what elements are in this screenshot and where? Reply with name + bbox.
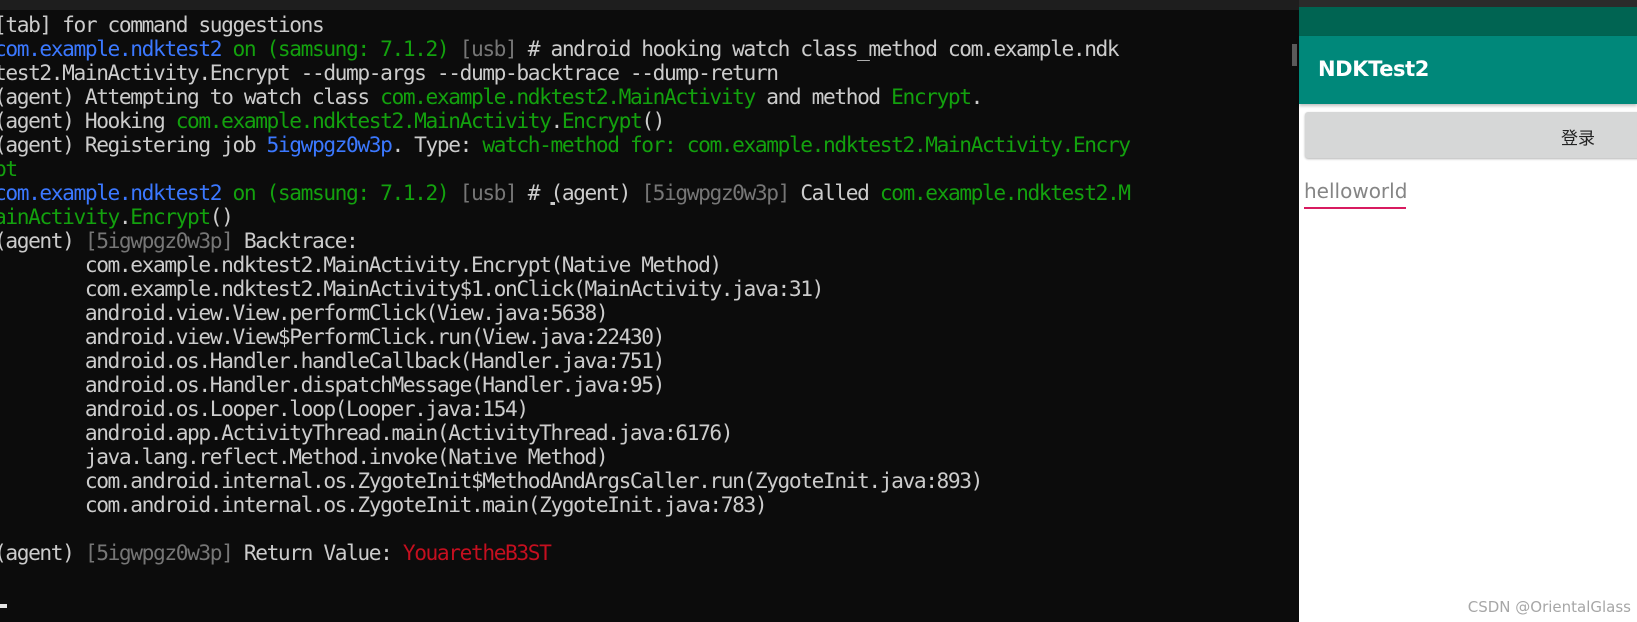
terminal-text-segment: [usb] xyxy=(459,36,518,61)
terminal-text-segment: com.android.internal.os.ZygoteInit$Metho… xyxy=(0,468,984,493)
terminal-text-segment: and method xyxy=(754,84,892,109)
terminal-text-segment: () xyxy=(641,108,665,133)
terminal-text-segment: com.example.ndktest2 xyxy=(0,180,223,205)
terminal-text-segment: # xyxy=(516,180,551,205)
terminal-text-segment: # android hooking watch class_method com… xyxy=(516,36,1120,61)
terminal-text-segment: ainActivity xyxy=(0,204,120,229)
terminal-line: com.android.internal.os.ZygoteInit.main(… xyxy=(0,492,768,517)
input-underline xyxy=(1304,207,1406,209)
terminal-line: java.lang.reflect.Method.invoke(Native M… xyxy=(0,444,609,469)
terminal-text-segment: (agent) Registering job xyxy=(0,132,267,157)
terminal-line: android.os.Handler.handleCallback(Handle… xyxy=(0,348,666,373)
login-button[interactable]: 登录 xyxy=(1305,112,1637,158)
terminal-text-segment: com.android.internal.os.ZygoteInit.main(… xyxy=(0,492,768,517)
terminal-line: android.os.Handler.dispatchMessage(Handl… xyxy=(0,372,666,397)
terminal-text-segment: . xyxy=(118,204,132,229)
terminal-title-strip xyxy=(0,0,1299,10)
login-button-label: 登录 xyxy=(1561,129,1595,149)
terminal-text-segment: [5igwpgz0w3p] xyxy=(84,228,234,253)
terminal-text-segment: pt xyxy=(0,156,18,181)
terminal-text-segment: YouaretheB3ST xyxy=(402,540,552,565)
terminal-text-segment: Backtrace: xyxy=(232,228,359,253)
app-bar: NDKTest2 xyxy=(1299,36,1637,104)
terminal-text-segment: Encrypt xyxy=(891,84,972,109)
terminal-text-segment: (agent) xyxy=(0,228,85,253)
terminal-line: com.example.ndktest2.MainActivity.Encryp… xyxy=(0,252,722,277)
terminal-text-segment: 5igwpgz0w3p xyxy=(266,132,393,157)
terminal-text-segment: com.example.ndktest2.MainActivity$1.onCl… xyxy=(0,276,825,301)
terminal-text-segment: com.example.ndktest2.MainActivity xyxy=(380,84,756,109)
terminal-text-segment: Return Value: xyxy=(232,540,403,565)
terminal-text-segment: android.app.ActivityThread.main(Activity… xyxy=(0,420,734,445)
terminal-text-segment: com.example.ndktest2.MainActivity xyxy=(175,108,552,133)
terminal-text-segment: com.example.ndktest2 xyxy=(0,36,223,61)
terminal-text-segment: agent) xyxy=(561,180,642,205)
terminal-line: android.os.Looper.loop(Looper.java:154) xyxy=(0,396,529,421)
app-title: NDKTest2 xyxy=(1318,57,1430,81)
terminal-line: (agent) Registering job 5igwpgz0w3p. Typ… xyxy=(0,132,1131,157)
terminal-line: pt xyxy=(0,156,18,181)
terminal-text-segment: [usb] xyxy=(459,180,518,205)
terminal-text-segment: on (samsung: 7.1.2) xyxy=(221,180,460,205)
terminal-line: [tab] for command suggestions xyxy=(0,12,325,37)
terminal-window[interactable]: [tab] for command suggestions com.example… xyxy=(0,0,1299,622)
status-bar xyxy=(1299,0,1637,36)
input-text-field[interactable]: helloworld xyxy=(1304,176,1408,210)
terminal-text-segment: (agent) xyxy=(0,540,85,565)
terminal-text-segment: [tab] for command suggestions xyxy=(0,12,325,37)
terminal-line: (agent) [5igwpgz0w3p] Return Value: Youa… xyxy=(0,540,552,565)
terminal-text-segment: com.example.ndktest2.M xyxy=(879,180,1131,205)
terminal-text-segment: (agent) Hooking xyxy=(0,108,176,133)
terminal-line: com.android.internal.os.ZygoteInit$Metho… xyxy=(0,468,984,493)
terminal-text-segment: . xyxy=(970,84,984,109)
terminal-line: android.view.View$PerformClick.run(View.… xyxy=(0,324,666,349)
terminal-line: com.example.ndktest2 on (samsung: 7.1.2)… xyxy=(0,180,1131,205)
terminal-line: test2.MainActivity.Encrypt --dump-args -… xyxy=(0,60,779,85)
terminal-text-segment: android.os.Handler.dispatchMessage(Handl… xyxy=(0,372,666,397)
terminal-cursor xyxy=(0,604,7,608)
terminal-text-segment: test2.MainActivity.Encrypt --dump-args -… xyxy=(0,60,779,85)
terminal-line: android.app.ActivityThread.main(Activity… xyxy=(0,420,734,445)
status-bar-edge xyxy=(1299,0,1637,7)
terminal-text-segment: com.example.ndktest2.MainActivity.Encryp… xyxy=(0,252,722,277)
terminal-line: com.example.ndktest2 on (samsung: 7.1.2)… xyxy=(0,36,1120,61)
terminal-text-segment: android.os.Looper.loop(Looper.java:154) xyxy=(0,396,529,421)
terminal-text-segment: android.view.View$PerformClick.run(View.… xyxy=(0,324,666,349)
terminal-text-segment: on (samsung: 7.1.2) xyxy=(221,36,460,61)
terminal-line: (agent) Hooking com.example.ndktest2.Mai… xyxy=(0,108,665,133)
terminal-line: android.view.View.performClick(View.java… xyxy=(0,300,609,325)
terminal-line: (agent) Attempting to watch class com.ex… xyxy=(0,84,984,109)
terminal-line: ainActivity.Encrypt() xyxy=(0,204,234,229)
terminal-text-segment: [5igwpgz0w3p] xyxy=(84,540,234,565)
terminal-line: com.example.ndktest2.MainActivity$1.onCl… xyxy=(0,276,825,301)
watermark: CSDN @OrientalGlass xyxy=(1467,598,1631,616)
terminal-text-segment: Called xyxy=(788,180,880,205)
terminal-text-segment: watch-method for: com.example.ndktest2.M… xyxy=(482,132,1131,157)
terminal-text-segment: () xyxy=(209,204,234,229)
terminal-text-segment: . Type: xyxy=(391,132,483,157)
terminal-scrollbar-thumb[interactable] xyxy=(1292,44,1297,66)
terminal-text-segment: java.lang.reflect.Method.invoke(Native M… xyxy=(0,444,609,469)
terminal-text-segment: ( xyxy=(550,180,563,205)
terminal-text-segment: . xyxy=(550,108,563,133)
terminal-text-segment: Encrypt xyxy=(561,108,643,133)
terminal-text-segment: android.os.Handler.handleCallback(Handle… xyxy=(0,348,666,373)
terminal-text-segment: (agent) Attempting to watch class xyxy=(0,84,381,109)
input-text-value: helloworld xyxy=(1304,179,1408,203)
terminal-text-segment: Encrypt xyxy=(130,204,211,229)
terminal-text-segment: android.view.View.performClick(View.java… xyxy=(0,300,609,325)
terminal-line: (agent) [5igwpgz0w3p] Backtrace: xyxy=(0,228,359,253)
terminal-text-segment: [5igwpgz0w3p] xyxy=(641,180,790,205)
android-emulator-screen: NDKTest2 登录 helloworld CSDN @OrientalGla… xyxy=(1299,0,1637,622)
